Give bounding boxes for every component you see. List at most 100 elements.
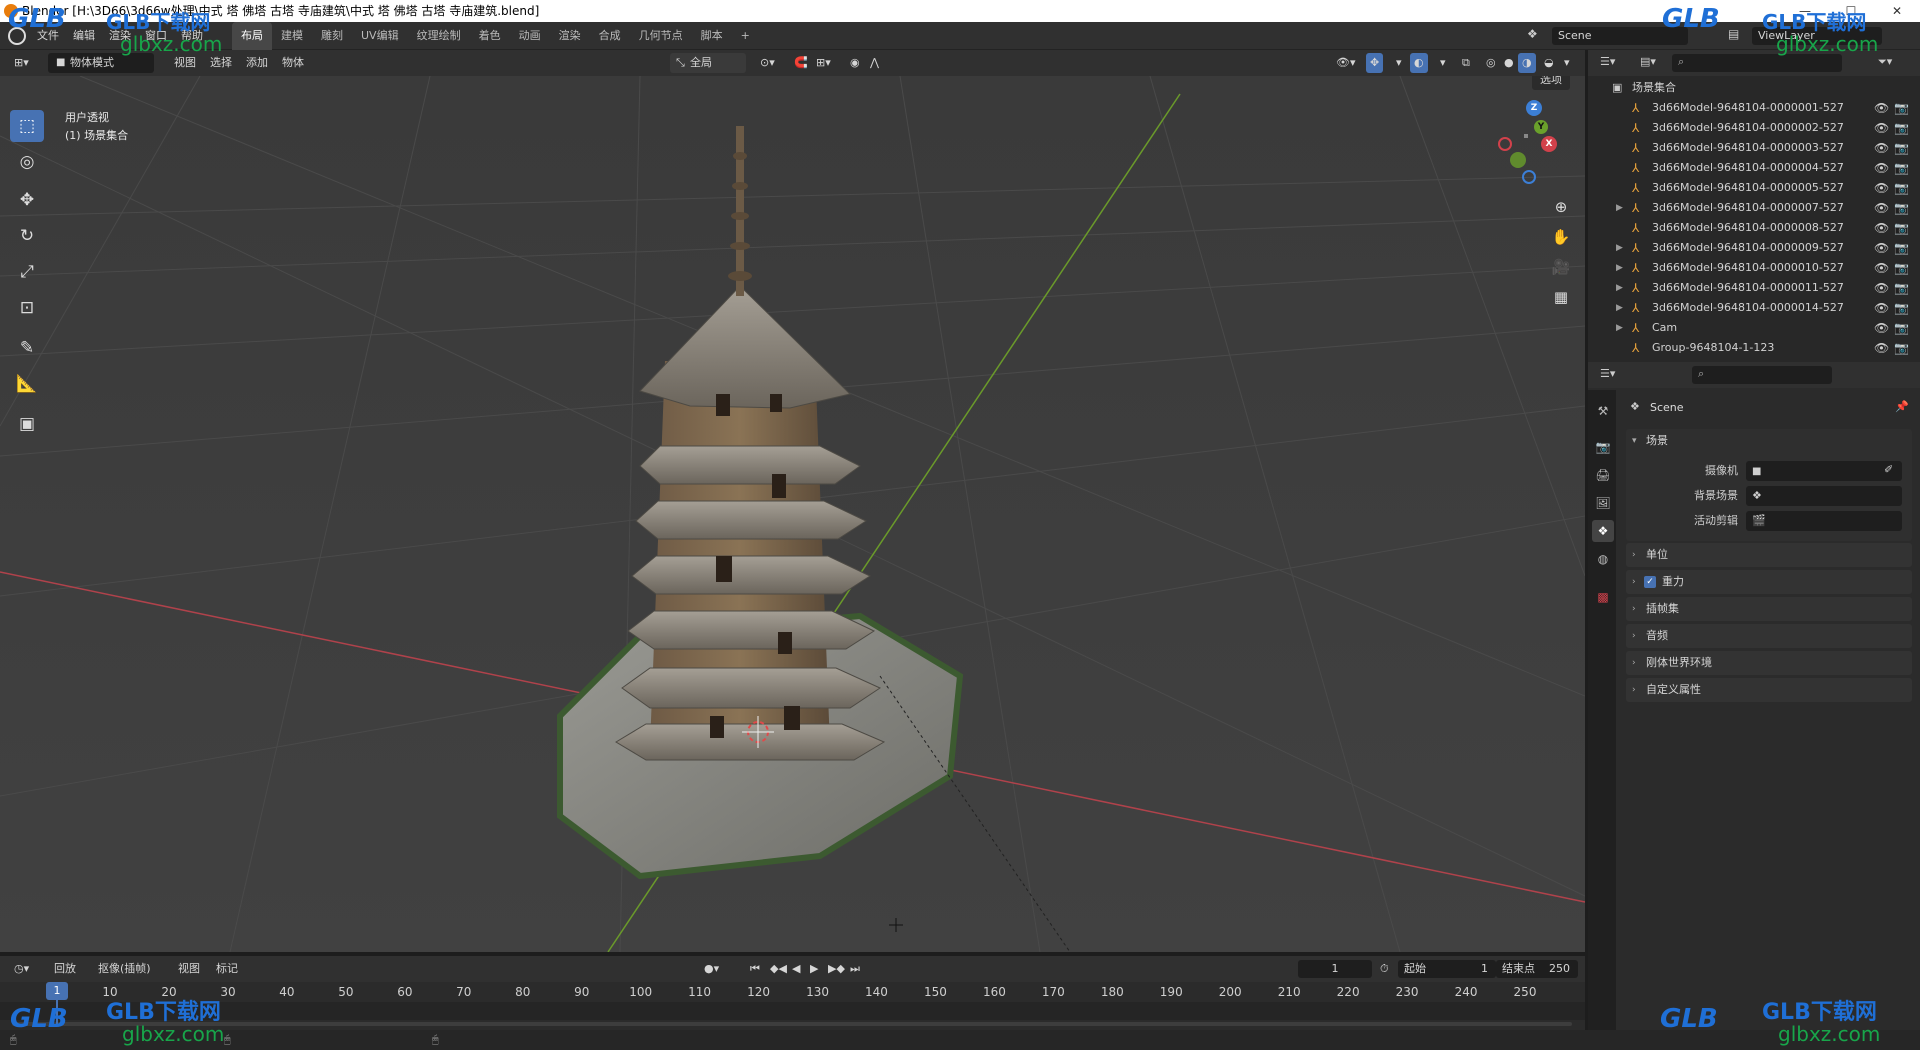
visibility-icon[interactable]: 👁▾ xyxy=(1332,53,1360,73)
eye-icon[interactable]: 👁 xyxy=(1874,278,1889,298)
maximize-button[interactable]: ☐ xyxy=(1828,0,1874,22)
tab-texture-paint[interactable]: 纹理绘制 xyxy=(408,22,470,50)
gizmo-x-axis[interactable]: X xyxy=(1541,136,1557,152)
eye-icon[interactable]: 👁 xyxy=(1874,298,1889,318)
outliner-editor-icon[interactable]: ☰▾ xyxy=(1600,55,1615,68)
pin-icon[interactable]: 📌 xyxy=(1895,400,1909,413)
gravity-panel[interactable]: › ✓ 重力 xyxy=(1626,570,1912,594)
outliner-item[interactable]: ▶ ⅄ 3d66Model-9648104-0000009-527 👁 📷 xyxy=(1588,238,1920,258)
units-panel[interactable]: › 单位 xyxy=(1626,543,1912,567)
tab-modeling[interactable]: 建模 xyxy=(272,22,312,50)
scene-panel-chevron-icon[interactable]: ▾ xyxy=(1632,429,1637,453)
render-tab-icon[interactable]: 📷 xyxy=(1592,436,1614,458)
rendered-shading-icon[interactable]: ◒ xyxy=(1540,53,1558,73)
scene-tab-icon[interactable]: ❖ xyxy=(1592,520,1614,542)
tab-sculpting[interactable]: 雕刻 xyxy=(312,22,352,50)
gizmo-options-icon[interactable]: ▾ xyxy=(1392,53,1406,73)
tab-compositing[interactable]: 合成 xyxy=(590,22,630,50)
active-clip-field[interactable]: 🎬 xyxy=(1746,511,1902,531)
zoom-icon[interactable]: ⊕ xyxy=(1548,194,1574,220)
timeline-view-menu[interactable]: 视图 xyxy=(174,959,204,979)
menu-window[interactable]: 窗口 xyxy=(138,22,174,50)
play-reverse-icon[interactable]: ◀ xyxy=(788,959,804,979)
eyedropper-icon[interactable]: ✐ xyxy=(1884,463,1893,476)
rotate-icon[interactable]: ↻ xyxy=(10,220,44,252)
scene-panel-title[interactable]: 场景 xyxy=(1646,434,1668,447)
pan-hand-icon[interactable]: ✋ xyxy=(1548,224,1574,250)
playback-menu[interactable]: 回放 xyxy=(50,959,80,979)
add-workspace-button[interactable]: + xyxy=(732,22,759,50)
tab-shading[interactable]: 着色 xyxy=(470,22,510,50)
camera-render-icon[interactable]: 📷 xyxy=(1894,238,1909,258)
minimize-button[interactable]: — xyxy=(1782,0,1828,22)
eye-icon[interactable]: 👁 xyxy=(1874,198,1889,218)
menu-select[interactable]: 选择 xyxy=(206,53,236,73)
3d-viewport[interactable]: 用户透视 (1) 场景集合 选项 X Y Z ⊕ ✋ 🎥 ▦ xyxy=(0,76,1585,952)
rigid-body-world-panel[interactable]: › 刚体世界环境 xyxy=(1626,651,1912,675)
jump-end-icon[interactable]: ⏭ xyxy=(846,959,864,979)
tab-uv-editing[interactable]: UV编辑 xyxy=(352,22,408,50)
navigation-gizmo[interactable]: X Y Z xyxy=(1488,100,1568,192)
add-cube-icon[interactable]: ▣ xyxy=(10,408,44,440)
camera-view-icon[interactable]: 🎥 xyxy=(1548,254,1574,280)
annotate-icon[interactable]: ✎ xyxy=(10,332,44,364)
falloff-icon[interactable]: ⋀ xyxy=(866,53,883,73)
eye-icon[interactable]: 👁 xyxy=(1874,158,1889,178)
select-box-icon[interactable]: ⬚ xyxy=(10,110,44,142)
texture-tab-icon[interactable]: ▩ xyxy=(1592,586,1614,608)
snap-target-icon[interactable]: ⊞▾ xyxy=(812,53,835,73)
eye-icon[interactable]: 👁 xyxy=(1874,138,1889,158)
menu-help[interactable]: 帮助 xyxy=(174,22,210,50)
properties-editor-icon[interactable]: ☰▾ xyxy=(1600,367,1615,380)
filter-icon[interactable]: ⏷▾ xyxy=(1878,55,1892,69)
camera-render-icon[interactable]: 📷 xyxy=(1894,298,1909,318)
perspective-toggle-icon[interactable]: ▦ xyxy=(1548,284,1574,310)
outliner-item[interactable]: ▶ ⅄ 3d66Model-9648104-0000007-527 👁 📷 xyxy=(1588,198,1920,218)
eye-icon[interactable]: 👁 xyxy=(1874,238,1889,258)
camera-render-icon[interactable]: 📷 xyxy=(1894,98,1909,118)
outliner-item[interactable]: ⅄ 3d66Model-9648104-0000004-527 👁 📷 xyxy=(1588,158,1920,178)
display-mode-icon[interactable]: ▤▾ xyxy=(1640,55,1656,68)
gizmo-z-axis[interactable]: Z xyxy=(1526,100,1542,116)
gizmo-toggle-icon[interactable]: ✥ xyxy=(1366,53,1384,73)
keying-sets-panel[interactable]: › 插帧集 xyxy=(1626,597,1912,621)
outliner-item[interactable]: ▶ ⅄ 3d66Model-9648104-0000011-527 👁 📷 xyxy=(1588,278,1920,298)
gizmo-neg-x[interactable] xyxy=(1498,137,1512,151)
eye-icon[interactable]: 👁 xyxy=(1874,118,1889,138)
options-button[interactable]: 选项 xyxy=(1532,76,1570,90)
properties-search-input[interactable] xyxy=(1692,366,1832,384)
camera-render-icon[interactable]: 📷 xyxy=(1894,158,1909,178)
material-shading-icon[interactable]: ◑ xyxy=(1518,53,1536,73)
audio-panel[interactable]: › 音频 xyxy=(1626,624,1912,648)
menu-view[interactable]: 视图 xyxy=(170,53,200,73)
jump-start-icon[interactable]: ⏮ xyxy=(746,959,764,979)
outliner-item[interactable]: ⅄ 3d66Model-9648104-0000005-527 👁 📷 xyxy=(1588,178,1920,198)
current-frame-field[interactable]: 1 xyxy=(1298,960,1372,978)
outliner-item[interactable]: ⅄ 3d66Model-9648104-0000003-527 👁 📷 xyxy=(1588,138,1920,158)
expand-arrow-icon[interactable]: ▶ xyxy=(1616,238,1623,258)
tab-rendering[interactable]: 渲染 xyxy=(550,22,590,50)
eye-icon[interactable]: 👁 xyxy=(1874,318,1889,338)
marker-menu[interactable]: 标记 xyxy=(212,959,242,979)
overlay-toggle-icon[interactable]: ◐ xyxy=(1410,53,1428,73)
timeline-track[interactable] xyxy=(0,1002,1585,1020)
tab-layout[interactable]: 布局 xyxy=(232,22,272,50)
outliner-item[interactable]: ⅄ 3d66Model-9648104-0000001-527 👁 📷 xyxy=(1588,98,1920,118)
cursor-icon[interactable]: ◎ xyxy=(10,146,44,178)
world-tab-icon[interactable]: ◍ xyxy=(1592,548,1614,570)
expand-arrow-icon[interactable]: ▶ xyxy=(1616,278,1623,298)
camera-field[interactable]: ■ xyxy=(1746,461,1902,481)
timeline[interactable]: 10 20 30 40 50 60 70 80 90 100 110 120 130 140 150 160 1… xyxy=(0,982,1585,1030)
eye-icon[interactable]: 👁 xyxy=(1874,338,1889,358)
blender-menu-icon[interactable] xyxy=(8,27,26,45)
wireframe-shading-icon[interactable]: ◎ xyxy=(1482,53,1500,73)
stopwatch-icon[interactable]: ⏱ xyxy=(1376,959,1393,979)
outliner-root[interactable]: ▣ 场景集合 xyxy=(1588,78,1920,98)
tab-scripting[interactable]: 脚本 xyxy=(692,22,732,50)
playhead[interactable]: 1 xyxy=(46,982,68,1000)
outliner-search-input[interactable] xyxy=(1672,54,1842,72)
outliner-item[interactable]: ▶ ⅄ 3d66Model-9648104-0000014-527 👁 📷 xyxy=(1588,298,1920,318)
eye-icon[interactable]: 👁 xyxy=(1874,258,1889,278)
outliner-item[interactable]: ⅄ 3d66Model-9648104-0000008-527 👁 📷 xyxy=(1588,218,1920,238)
end-frame-field[interactable]: 结束点 250 xyxy=(1496,960,1578,978)
